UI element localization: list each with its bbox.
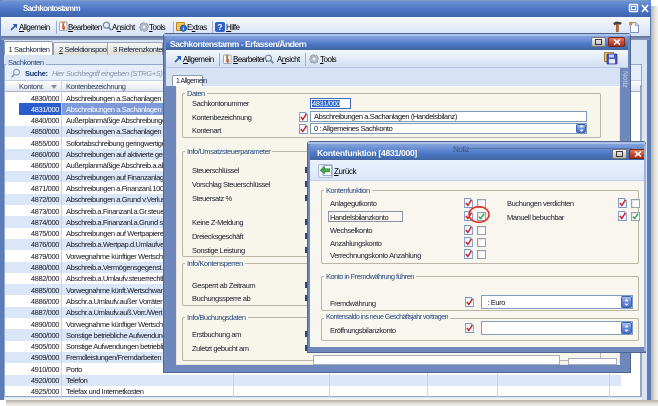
- svg-text:?: ?: [217, 22, 222, 32]
